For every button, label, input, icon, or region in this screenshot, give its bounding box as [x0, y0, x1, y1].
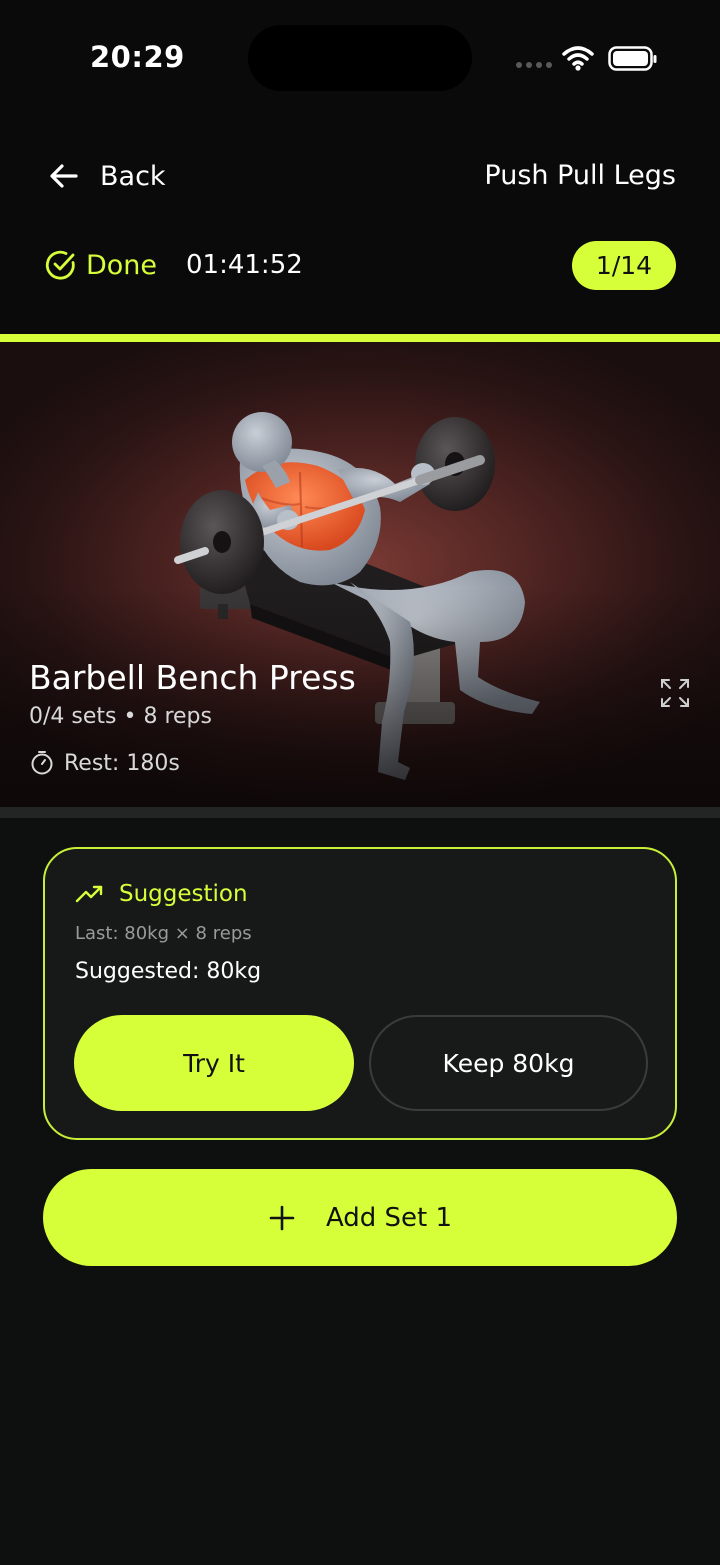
back-button[interactable]: Back	[46, 158, 166, 194]
back-label: Back	[100, 160, 166, 192]
cellular-signal-icon	[516, 62, 552, 68]
expand-icon[interactable]	[660, 678, 690, 708]
suggested-weight: Suggested: 80kg	[75, 959, 262, 984]
dynamic-island	[248, 25, 472, 91]
battery-icon	[608, 46, 657, 71]
wifi-icon	[562, 46, 594, 71]
elapsed-timer: 01:41:52	[186, 250, 303, 280]
check-circle-icon	[45, 250, 75, 280]
stopwatch-icon	[31, 751, 53, 775]
status-time: 20:29	[90, 40, 185, 74]
done-label: Done	[86, 249, 158, 281]
add-set-button[interactable]: Add Set 1	[43, 1169, 677, 1266]
suggestion-header: Suggestion	[75, 881, 248, 907]
workout-header: Back Push Pull Legs Done 01:41:52 1/14	[0, 120, 720, 335]
suggestion-title: Suggestion	[119, 881, 248, 907]
rest-timer: Rest: 180s	[30, 750, 180, 776]
section-divider	[0, 807, 720, 818]
suggestion-card: Suggestion Last: 80kg × 8 reps Suggested…	[43, 847, 677, 1140]
arrow-left-icon	[50, 164, 78, 188]
add-set-label: Add Set 1	[325, 1202, 453, 1233]
status-bar: 20:29	[0, 0, 720, 120]
exercise-progress-badge: 1/14	[572, 241, 676, 290]
workout-title: Push Pull Legs	[484, 160, 676, 191]
exercise-hero: Barbell Bench Press 0/4 sets • 8 reps Re…	[0, 342, 720, 807]
exercise-sets-reps: 0/4 sets • 8 reps	[29, 704, 212, 729]
workout-screen: 20:29 Back Push Pull Legs Done 01:41:52 …	[0, 0, 720, 1565]
exercise-name: Barbell Bench Press	[29, 658, 356, 697]
trending-up-icon	[75, 885, 103, 903]
last-performance: Last: 80kg × 8 reps	[75, 923, 252, 944]
rest-label: Rest: 180s	[64, 750, 180, 776]
done-button[interactable]: Done	[44, 248, 157, 282]
keep-weight-button[interactable]: Keep 80kg	[369, 1015, 648, 1111]
workout-progress-bar	[0, 334, 720, 342]
try-it-button[interactable]: Try It	[74, 1015, 354, 1111]
plus-icon	[269, 1205, 295, 1230]
